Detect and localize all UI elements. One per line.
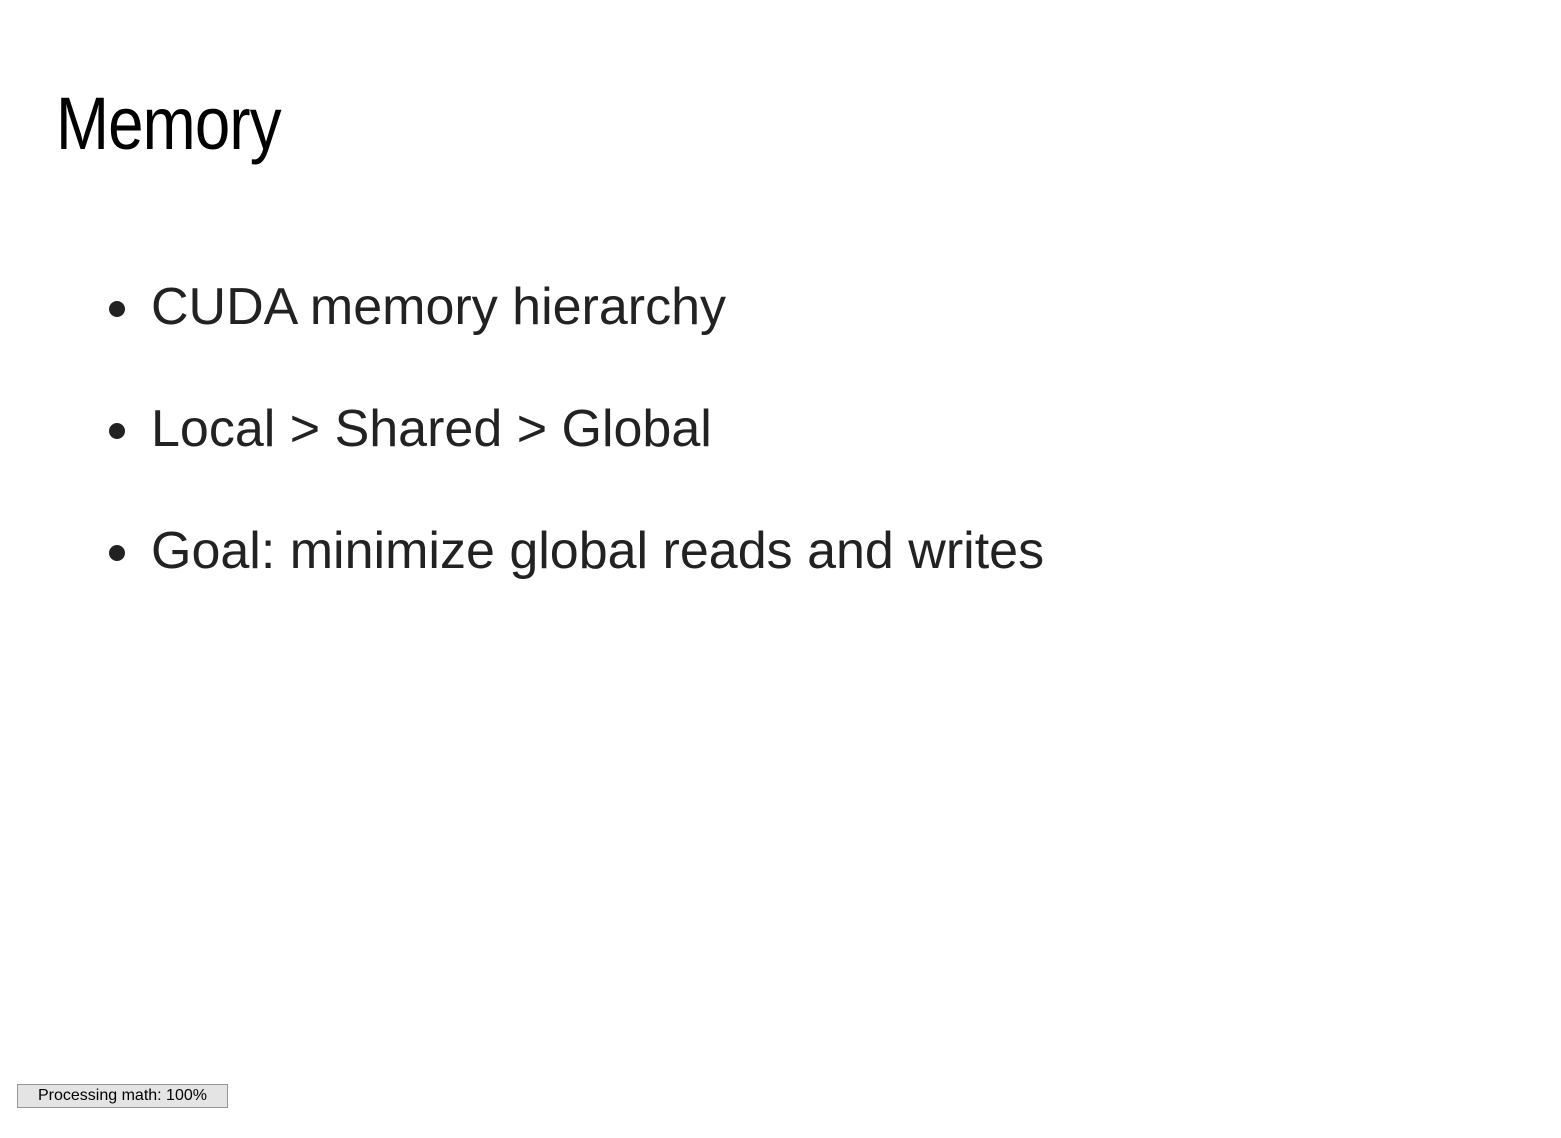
bullet-text: Goal: minimize global reads and writes	[151, 522, 1045, 580]
bullet-icon	[109, 301, 125, 317]
slide: Memory CUDA memory hierarchy Local > Sha…	[0, 0, 1561, 1138]
bullet-text: Local > Shared > Global	[151, 400, 712, 458]
bullet-icon	[109, 423, 125, 439]
bullet-text: CUDA memory hierarchy	[151, 278, 727, 336]
bullet-icon	[109, 545, 125, 561]
slide-title: Memory	[56, 82, 282, 165]
math-processing-status: Processing math: 100%	[17, 1084, 228, 1108]
